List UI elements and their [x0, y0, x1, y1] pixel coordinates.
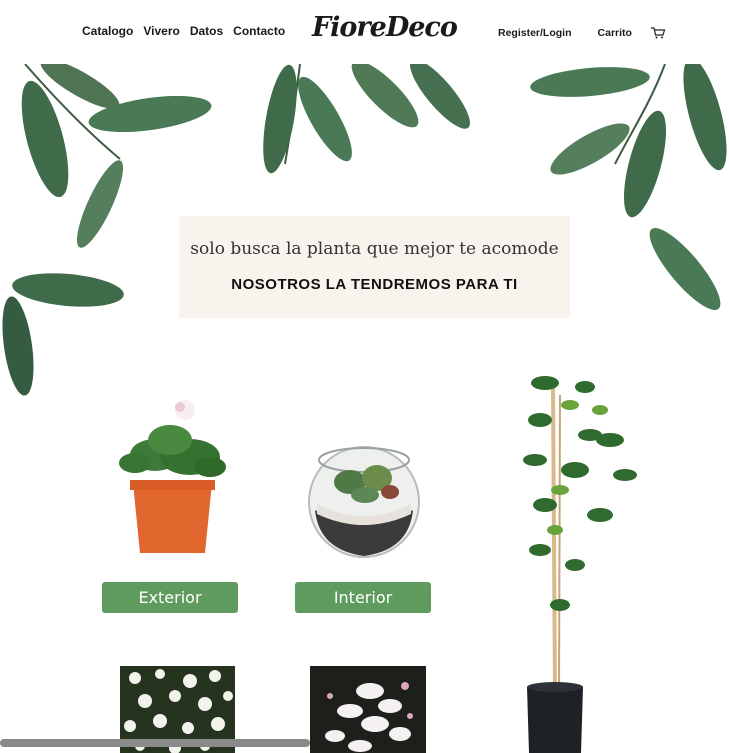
- cart-icon[interactable]: [650, 26, 666, 40]
- main-nav: Catalogo Vivero Datos Contacto: [82, 24, 285, 38]
- nav-contacto[interactable]: Contacto: [233, 24, 285, 38]
- exterior-button[interactable]: Exterior: [102, 582, 238, 613]
- hero-tagline: solo busca la planta que mejor te acomod…: [190, 239, 559, 259]
- site-header: Catalogo Vivero Datos Contacto FioreDeco…: [0, 0, 729, 64]
- interior-button[interactable]: Interior: [295, 582, 431, 613]
- cart-link[interactable]: Carrito: [598, 27, 632, 39]
- register-login-link[interactable]: Register/Login: [498, 27, 572, 39]
- leaf-branch-top-center: [263, 64, 470, 174]
- jasmine-flowers-image: [310, 666, 426, 753]
- leaf-branch-left: [2, 273, 124, 396]
- interior-terrarium-image[interactable]: [305, 440, 423, 558]
- tall-plant-image[interactable]: [515, 365, 650, 753]
- exterior-plant-image[interactable]: [115, 395, 230, 557]
- jasmine-flowers-photo[interactable]: [310, 666, 426, 753]
- hero-tagline-box: solo busca la planta que mejor te acomod…: [179, 216, 570, 318]
- nav-catalogo[interactable]: Catalogo: [82, 24, 133, 38]
- hero-headline: NOSOTROS LA TENDREMOS PARA TI: [231, 276, 518, 293]
- nav-vivero[interactable]: Vivero: [143, 24, 179, 38]
- nav-datos[interactable]: Datos: [190, 24, 223, 38]
- brand-logo[interactable]: FioreDeco: [312, 12, 458, 43]
- account-nav: Register/Login Carrito: [498, 26, 666, 40]
- horizontal-scrollbar[interactable]: [0, 739, 310, 747]
